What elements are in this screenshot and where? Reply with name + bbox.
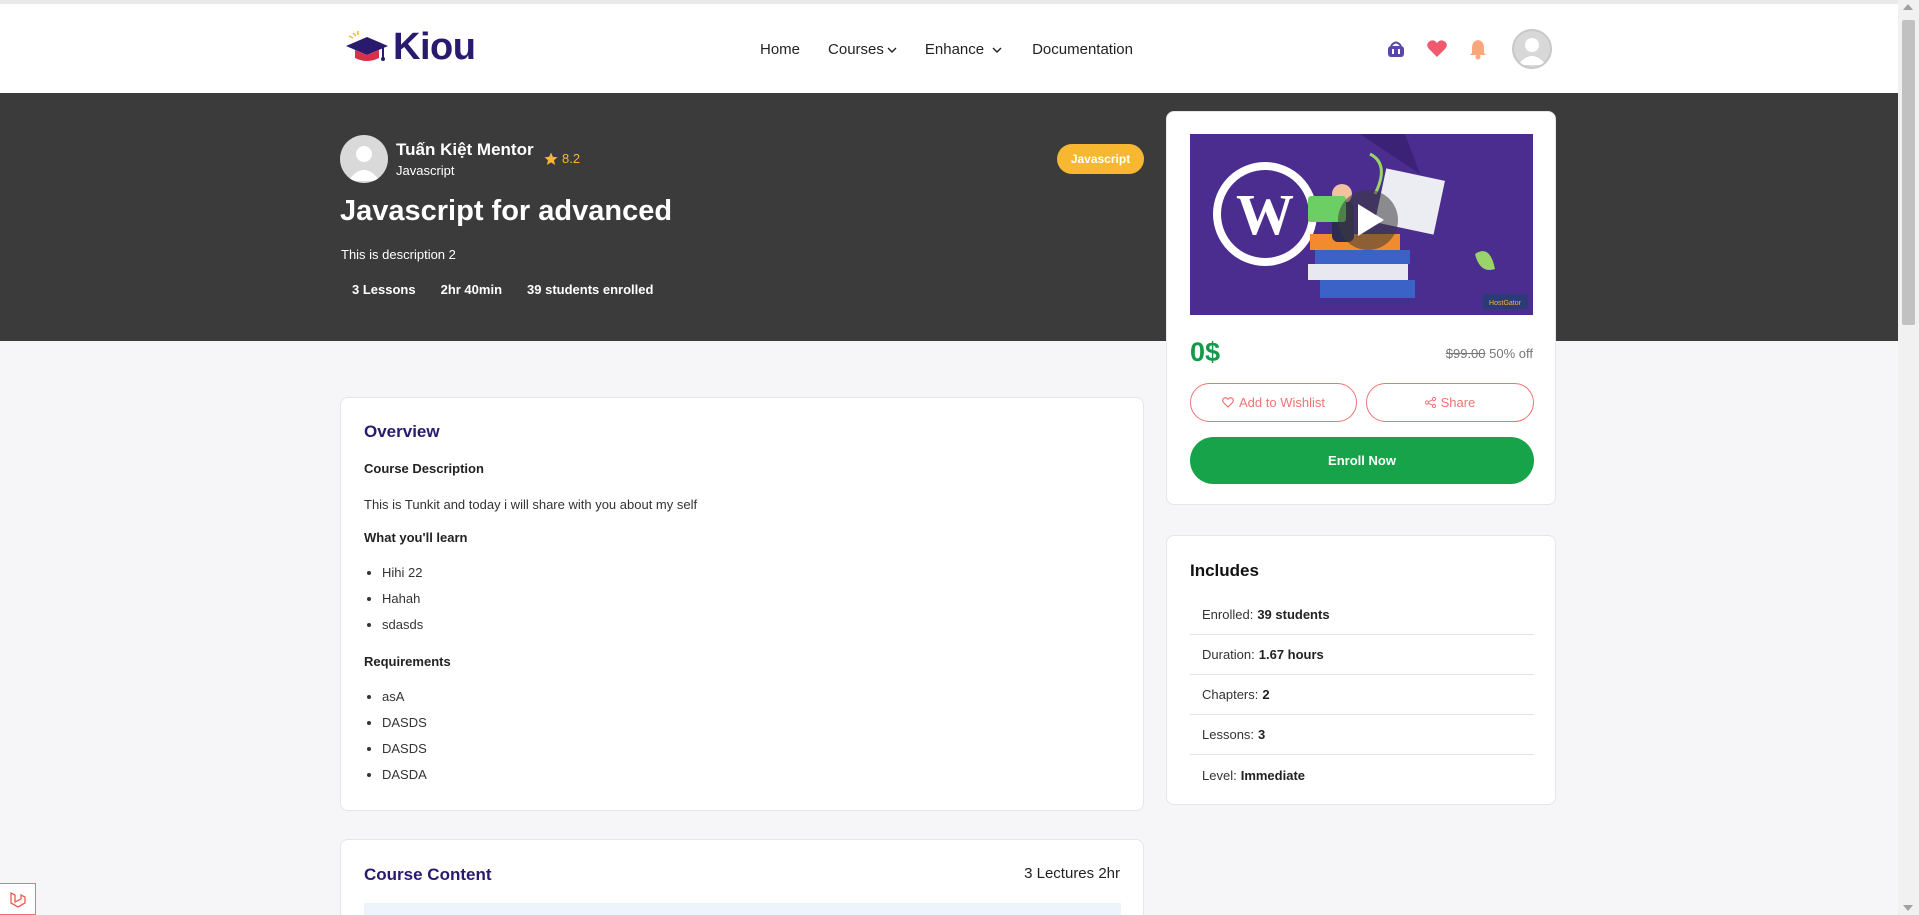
course-description-heading: Course Description: [364, 461, 484, 476]
stat-lessons: 3 Lessons: [352, 282, 416, 297]
add-to-wishlist-button[interactable]: Add to Wishlist: [1190, 383, 1357, 422]
include-label: Chapters:: [1202, 687, 1259, 702]
course-description-text: This is Tunkit and today i will share wi…: [364, 497, 698, 512]
learn-list: Hihi 22 Hahah sdasds: [382, 563, 423, 641]
navbar: Kiou Home Courses Enhance Documentation: [0, 4, 1898, 93]
course-description: This is description 2: [341, 247, 456, 262]
nav-documentation[interactable]: Documentation: [1032, 41, 1133, 58]
svg-text:HostGator: HostGator: [1489, 300, 1522, 307]
course-hero: [0, 93, 1898, 341]
include-label: Level:: [1202, 767, 1237, 783]
course-content-title: Course Content: [364, 865, 492, 884]
chevron-down-icon: [887, 47, 897, 53]
scroll-thumb[interactable]: [1902, 20, 1915, 325]
include-label: Enrolled:: [1202, 607, 1254, 622]
include-value: Immediate: [1240, 767, 1306, 783]
category-tag[interactable]: Javascript: [1057, 144, 1144, 174]
course-stats: 3 Lessons 2hr 40min 39 students enrolled: [352, 282, 678, 297]
logo[interactable]: Kiou: [345, 26, 476, 69]
chapter-accordion[interactable]: [364, 903, 1121, 915]
nav-courses[interactable]: Courses: [828, 41, 897, 58]
bell-icon[interactable]: [1466, 37, 1490, 61]
star-icon: [544, 152, 558, 165]
current-price: 0$: [1190, 337, 1221, 367]
logo-text: Kiou: [393, 26, 476, 68]
include-value: 3: [1258, 727, 1266, 742]
graduation-cap-icon: [346, 30, 388, 61]
include-label: Duration:: [1202, 647, 1255, 662]
mentor-name: Tuấn Kiệt Mentor: [396, 140, 534, 159]
overview-card: Overview Course Description This is Tunk…: [340, 397, 1144, 811]
heart-icon[interactable]: [1425, 37, 1449, 61]
nav-courses-label: Courses: [828, 41, 884, 58]
nav-enhance-label: Enhance: [924, 41, 985, 58]
course-content-card: Course Content 3 Lectures 2hr: [340, 839, 1144, 915]
include-row-duration: Duration: 1.67 hours: [1190, 635, 1534, 675]
list-item: DASDA: [382, 765, 427, 791]
enroll-now-button[interactable]: Enroll Now: [1190, 437, 1534, 484]
original-price: $99.00: [1445, 346, 1486, 361]
include-row-lessons: Lessons: 3: [1190, 715, 1534, 755]
list-item: asA: [382, 687, 427, 713]
share-icon: [1424, 397, 1436, 408]
share-label: Share: [1440, 395, 1476, 410]
course-title: Javascript for advanced: [340, 195, 673, 227]
course-preview-video[interactable]: W HostGator: [1190, 134, 1533, 315]
overview-title: Overview: [364, 422, 440, 441]
includes-list: Enrolled: 39 students Duration: 1.67 hours…: [1190, 595, 1534, 795]
include-row-enrolled: Enrolled: 39 students: [1190, 595, 1534, 635]
discount-percent: 50% off: [1489, 346, 1533, 361]
nav-home-label: Home: [760, 41, 801, 58]
main-nav: Home Courses Enhance Documentation: [760, 41, 1161, 58]
basket-icon[interactable]: [1384, 37, 1408, 61]
laravel-icon[interactable]: [0, 883, 36, 915]
mentor-subtitle: Javascript: [396, 163, 455, 178]
list-item: DASDS: [382, 713, 427, 739]
share-button[interactable]: Share: [1366, 383, 1534, 422]
chevron-down-icon: [992, 47, 1002, 53]
includes-card: Includes Enrolled: 39 students Duration: 1…: [1166, 535, 1556, 805]
list-item: Hahah: [382, 589, 423, 615]
include-value: 2: [1262, 687, 1270, 702]
include-value: 1.67 hours: [1258, 647, 1324, 662]
nav-icons: [1384, 29, 1552, 69]
includes-title: Includes: [1190, 561, 1259, 580]
svg-text:W: W: [1236, 182, 1294, 247]
price-discount: $99.00 50% off: [1446, 346, 1533, 361]
scroll-down-arrow-icon[interactable]: [1903, 905, 1913, 911]
scroll-up-arrow-icon[interactable]: [1903, 4, 1913, 10]
include-value: 39 students: [1257, 607, 1330, 622]
nav-documentation-label: Documentation: [1032, 41, 1133, 58]
include-row-level: Level: Immediate: [1190, 755, 1534, 795]
wishlist-label: Add to Wishlist: [1239, 395, 1325, 410]
requirements-list: asA DASDS DASDS DASDA: [382, 687, 427, 791]
include-label: Lessons:: [1202, 727, 1255, 742]
mentor-avatar: [340, 135, 388, 183]
include-row-chapters: Chapters: 2: [1190, 675, 1534, 715]
stat-duration: 2hr 40min: [440, 282, 503, 297]
stat-enrolled: 39 students enrolled: [527, 282, 654, 297]
requirements-heading: Requirements: [364, 654, 451, 669]
list-item: sdasds: [382, 615, 423, 641]
page-scrollbar[interactable]: [1898, 0, 1919, 915]
learn-heading: What you'll learn: [364, 530, 468, 545]
course-content-summary: 3 Lectures 2hr: [1024, 865, 1120, 882]
mentor-block[interactable]: Tuấn Kiệt Mentor Javascript: [340, 135, 534, 183]
purchase-card: W HostGator 0$ $99.00 50% off Add to Wis…: [1166, 111, 1556, 505]
user-avatar[interactable]: [1512, 29, 1552, 69]
list-item: Hihi 22: [382, 563, 423, 589]
list-item: DASDS: [382, 739, 427, 765]
heart-outline-icon: [1222, 397, 1234, 408]
nav-home[interactable]: Home: [760, 41, 800, 58]
rating: 8.2: [544, 151, 580, 166]
nav-enhance[interactable]: Enhance: [925, 41, 1004, 58]
rating-value: 8.2: [562, 151, 581, 166]
